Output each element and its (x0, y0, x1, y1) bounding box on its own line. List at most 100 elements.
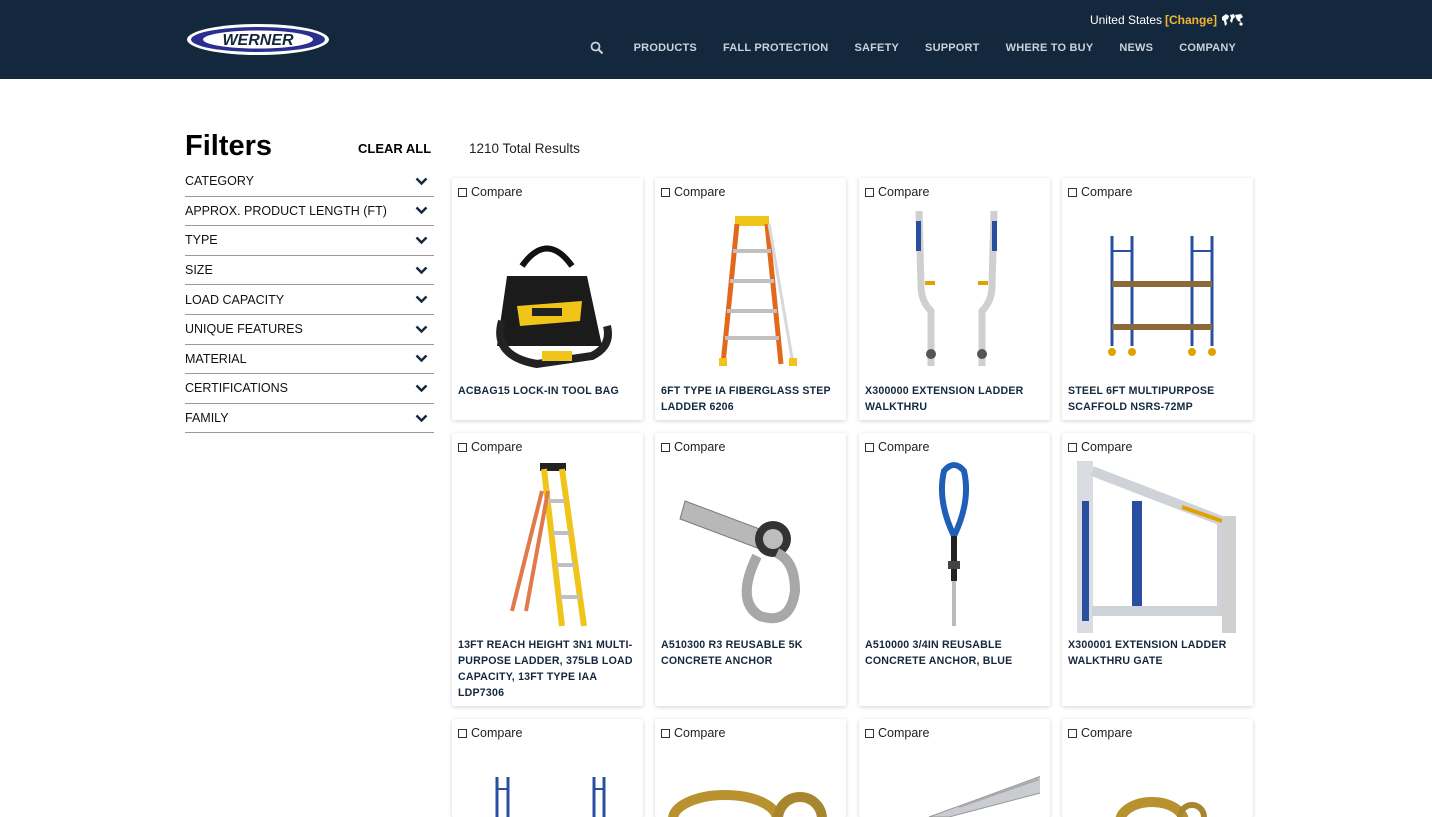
compare-checkbox[interactable]: Compare (661, 185, 725, 199)
product-name[interactable]: X300001 EXTENSION LADDER WALKTHRU GATE (1068, 637, 1246, 669)
product-card[interactable]: Compare STEEL 6FT MULTIPURPOSE SCAFFOLD … (1062, 178, 1253, 420)
nav-news[interactable]: NEWS (1119, 42, 1153, 54)
product-name[interactable]: 13FT REACH HEIGHT 3N1 MULTI-PURPOSE LADD… (458, 637, 636, 701)
product-card[interactable]: Compare ACBAG15 LOCK-IN TOOL BAG (452, 178, 643, 420)
aluminum-plank-icon[interactable] (869, 747, 1040, 817)
checkbox-box[interactable] (661, 728, 670, 738)
filter-type[interactable]: TYPE (185, 226, 434, 256)
checkbox-box[interactable] (865, 442, 874, 452)
step-ladder-icon[interactable] (665, 206, 836, 376)
clear-all-button[interactable]: CLEAR ALL (358, 141, 431, 156)
compare-checkbox[interactable]: Compare (1068, 440, 1132, 454)
filter-label: SIZE (185, 263, 213, 278)
chevron-down-icon[interactable] (415, 177, 428, 186)
werner-logo[interactable]: WERNER (186, 23, 330, 56)
compare-checkbox[interactable]: Compare (865, 440, 929, 454)
search-icon[interactable] (590, 41, 604, 55)
compare-checkbox[interactable]: Compare (661, 726, 725, 740)
multipurpose-ladder-icon[interactable] (462, 461, 633, 633)
checkbox-box[interactable] (1068, 728, 1077, 738)
nav-support[interactable]: SUPPORT (925, 42, 980, 54)
product-name[interactable]: A510300 R3 REUSABLE 5K CONCRETE ANCHOR (661, 637, 839, 669)
filter-label: CATEGORY (185, 174, 254, 189)
filter-size[interactable]: SIZE (185, 256, 434, 286)
filter-unique-features[interactable]: UNIQUE FEATURES (185, 315, 434, 345)
product-name[interactable]: X300000 EXTENSION LADDER WALKTHRU (865, 383, 1043, 415)
product-card[interactable]: Compare (452, 719, 643, 817)
filter-load-capacity[interactable]: LOAD CAPACITY (185, 285, 434, 315)
filter-label: TYPE (185, 233, 218, 248)
nav-where-to-buy[interactable]: WHERE TO BUY (1006, 42, 1094, 54)
filter-product-length[interactable]: APPROX. PRODUCT LENGTH (FT) (185, 197, 434, 227)
chevron-down-icon[interactable] (415, 295, 428, 304)
product-name[interactable]: ACBAG15 LOCK-IN TOOL BAG (458, 383, 636, 399)
chevron-down-icon[interactable] (415, 384, 428, 393)
product-name[interactable]: 6FT TYPE IA FIBERGLASS STEP LADDER 6206 (661, 383, 839, 415)
product-name[interactable]: A510000 3/4IN REUSABLE CONCRETE ANCHOR, … (865, 637, 1043, 669)
product-card[interactable]: Compare (859, 719, 1050, 817)
compare-checkbox[interactable]: Compare (865, 726, 929, 740)
nav-fall-protection[interactable]: FALL PROTECTION (723, 42, 828, 54)
nav-products[interactable]: PRODUCTS (634, 42, 697, 54)
compare-checkbox[interactable]: Compare (458, 726, 522, 740)
product-card[interactable]: Compare 13FT REACH HEIGHT 3N1 MULTI-PURP… (452, 433, 643, 706)
compare-checkbox[interactable]: Compare (865, 185, 929, 199)
compare-label: Compare (878, 440, 930, 454)
chevron-down-icon[interactable] (415, 206, 428, 215)
checkbox-box[interactable] (458, 187, 467, 197)
filter-certifications[interactable]: CERTIFICATIONS (185, 374, 434, 404)
scaffold-icon[interactable] (1072, 206, 1243, 376)
product-name[interactable]: STEEL 6FT MULTIPURPOSE SCAFFOLD NSRS-72M… (1068, 383, 1246, 415)
checkbox-box[interactable] (1068, 442, 1077, 452)
filter-label: FAMILY (185, 411, 229, 426)
product-card[interactable]: Compare X300001 EXTENSION LADDER WALKTHR… (1062, 433, 1253, 706)
compare-label: Compare (1081, 185, 1133, 199)
concrete-anchor-icon[interactable] (665, 461, 836, 633)
compare-checkbox[interactable]: Compare (1068, 185, 1132, 199)
product-card[interactable]: Compare A510000 3/4IN REUSABLE CONCRETE … (859, 433, 1050, 706)
compare-checkbox[interactable]: Compare (1068, 726, 1132, 740)
chevron-down-icon[interactable] (415, 354, 428, 363)
main-nav: PRODUCTS FALL PROTECTION SAFETY SUPPORT … (590, 41, 1236, 55)
chevron-down-icon[interactable] (415, 266, 428, 275)
filter-label: MATERIAL (185, 351, 247, 366)
world-map-icon[interactable] (1220, 12, 1244, 28)
product-card[interactable]: Compare 6FT TYPE IA FIBERGLASS STEP LADD… (655, 178, 846, 420)
chevron-down-icon[interactable] (415, 414, 428, 423)
gold-rings-icon[interactable] (665, 747, 836, 817)
filter-family[interactable]: FAMILY (185, 404, 434, 434)
filter-category[interactable]: CATEGORY (185, 167, 434, 197)
blue-anchor-icon[interactable] (869, 461, 1040, 633)
checkbox-box[interactable] (458, 442, 467, 452)
walkthru-gate-icon[interactable] (1072, 461, 1243, 633)
scaffold-frame-icon[interactable] (462, 747, 633, 817)
product-card[interactable]: Compare X300000 EXTENSION LADDER WALKTHR… (859, 178, 1050, 420)
compare-checkbox[interactable]: Compare (458, 440, 522, 454)
filter-label: CERTIFICATIONS (185, 381, 289, 396)
checkbox-box[interactable] (661, 442, 670, 452)
ladder-walkthru-icon[interactable] (869, 206, 1040, 376)
nav-company[interactable]: COMPANY (1179, 42, 1236, 54)
compare-label: Compare (878, 185, 930, 199)
compare-label: Compare (1081, 726, 1133, 740)
product-card[interactable]: Compare (1062, 719, 1253, 817)
gold-ring-icon[interactable] (1072, 747, 1243, 817)
compare-label: Compare (674, 185, 726, 199)
checkbox-box[interactable] (661, 187, 670, 197)
checkbox-box[interactable] (865, 728, 874, 738)
chevron-down-icon[interactable] (415, 325, 428, 334)
filter-material[interactable]: MATERIAL (185, 345, 434, 375)
compare-checkbox[interactable]: Compare (458, 185, 522, 199)
compare-label: Compare (674, 440, 726, 454)
nav-safety[interactable]: SAFETY (854, 42, 899, 54)
checkbox-box[interactable] (1068, 187, 1077, 197)
checkbox-box[interactable] (458, 728, 467, 738)
product-card[interactable]: Compare (655, 719, 846, 817)
tool-bag-icon[interactable] (462, 206, 633, 376)
compare-checkbox[interactable]: Compare (661, 440, 725, 454)
filter-label: APPROX. PRODUCT LENGTH (FT) (185, 203, 387, 218)
chevron-down-icon[interactable] (415, 236, 428, 245)
product-card[interactable]: Compare A510300 R3 REUSABLE 5K CONCRETE … (655, 433, 846, 706)
checkbox-box[interactable] (865, 187, 874, 197)
region-change-link[interactable]: [Change] (1165, 13, 1217, 27)
